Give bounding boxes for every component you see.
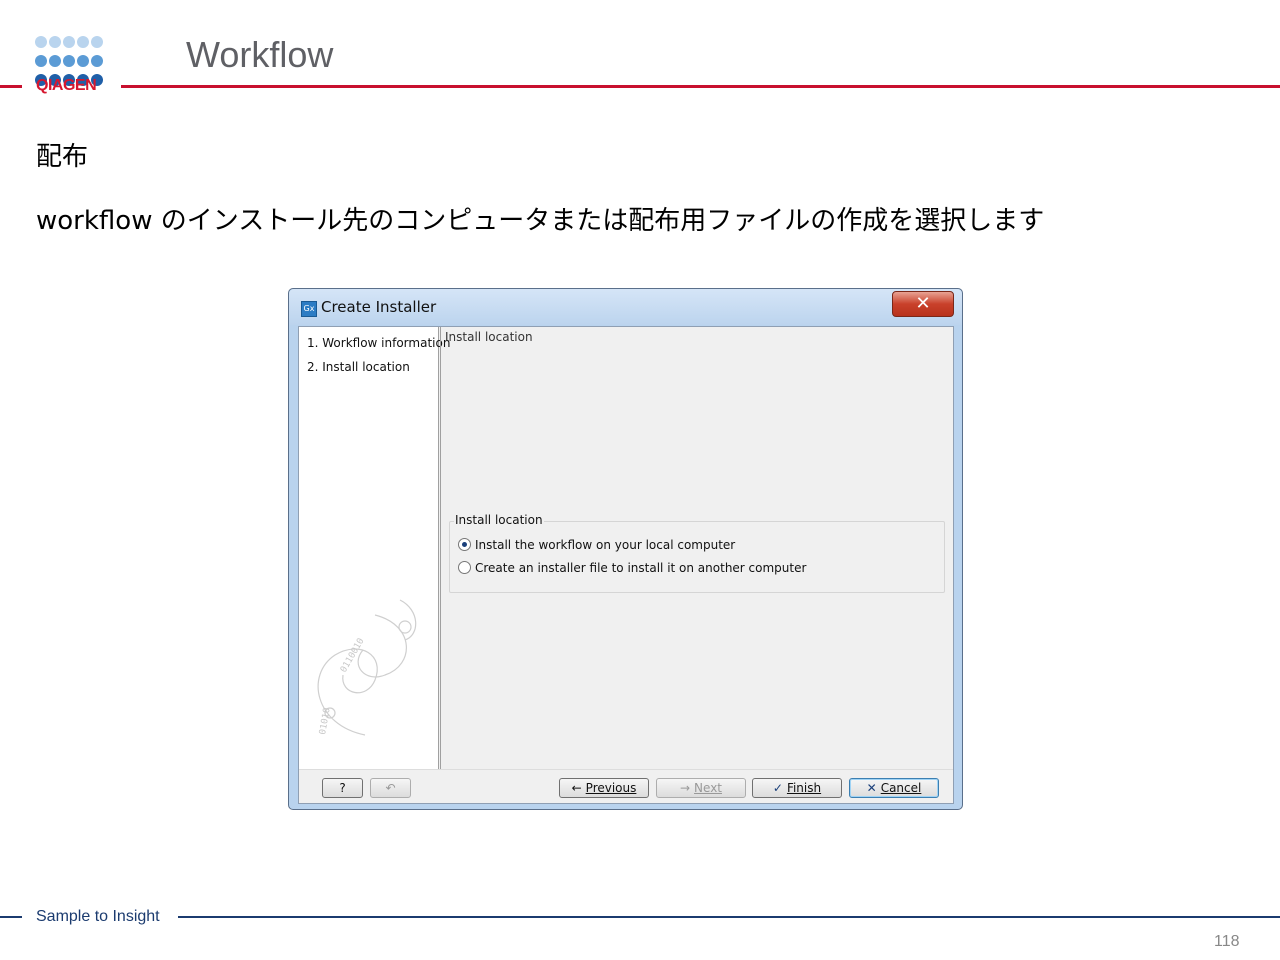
cancel-button[interactable]: ✕ Cancel <box>849 778 939 798</box>
previous-button[interactable]: ← Previous <box>559 778 649 798</box>
option-create-installer-file-label: Create an installer file to install it o… <box>475 561 807 575</box>
page-number: 118 <box>1214 933 1240 950</box>
option-install-local-label: Install the workflow on your local compu… <box>475 538 736 552</box>
close-button[interactable]: ✕ <box>892 291 954 317</box>
slide-title: Workflow <box>186 34 334 75</box>
next-label: Next <box>694 781 723 795</box>
step-install-location: 2. Install location <box>307 360 410 374</box>
arrow-right-icon: → <box>679 781 691 795</box>
reset-icon: ↶ <box>385 781 396 795</box>
dialog-title: Create Installer <box>321 298 437 316</box>
previous-label: Previous <box>585 781 637 795</box>
wizard-steps-pane: 1. Workflow information 2. Install locat… <box>299 327 450 769</box>
close-icon: ✕ <box>915 293 931 314</box>
app-icon: Gx <box>301 301 317 317</box>
dialog-client-area: 1. Workflow information 2. Install locat… <box>298 326 954 804</box>
qiagen-logo: QIAGEN <box>35 36 111 96</box>
section-description: workflow のインストール先のコンピュータまたは配布用ファイルの作成を選択… <box>36 206 1045 236</box>
x-icon: ✕ <box>866 781 877 795</box>
header-rule <box>121 85 1280 88</box>
svg-text:0110010: 0110010 <box>339 637 367 675</box>
dialog-button-bar: ? ↶ ← Previous → Next ✓ Finish ✕ Cancel <box>299 769 953 803</box>
option-install-local[interactable]: Install the workflow on your local compu… <box>458 538 735 552</box>
finish-button[interactable]: ✓ Finish <box>752 778 842 798</box>
dialog-titlebar[interactable]: Gx Create Installer ✕ <box>289 289 962 325</box>
footer-tagline: Sample to Insight <box>36 908 160 925</box>
svg-text:01010: 01010 <box>318 707 333 735</box>
finish-label: Finish <box>786 781 822 795</box>
next-button[interactable]: → Next <box>656 778 746 798</box>
decorative-swirl-icon: 0110010 01010 <box>317 599 417 736</box>
footer-rule <box>178 916 1280 918</box>
option-create-installer-file[interactable]: Create an installer file to install it o… <box>458 561 806 575</box>
install-location-panel: Install location Install location Instal… <box>440 327 953 769</box>
install-location-group: Install location Install the workflow on… <box>449 513 945 593</box>
checkmark-icon: ✓ <box>772 781 783 795</box>
radio-unselected-icon[interactable] <box>458 561 471 574</box>
panel-title: Install location <box>445 330 533 344</box>
header-rule-left <box>0 85 22 88</box>
logo-wordmark: QIAGEN <box>36 77 97 94</box>
create-installer-dialog: Gx Create Installer ✕ 1. Workflow inform… <box>288 288 963 810</box>
help-button[interactable]: ? <box>322 778 363 798</box>
group-label: Install location <box>454 513 544 527</box>
reset-button[interactable]: ↶ <box>370 778 411 798</box>
footer-rule-left <box>0 916 22 918</box>
cancel-label: Cancel <box>880 781 922 795</box>
section-heading: 配布 <box>36 142 89 172</box>
step-workflow-information: 1. Workflow information <box>307 336 451 350</box>
radio-selected-icon[interactable] <box>458 538 471 551</box>
arrow-left-icon: ← <box>571 781 582 795</box>
